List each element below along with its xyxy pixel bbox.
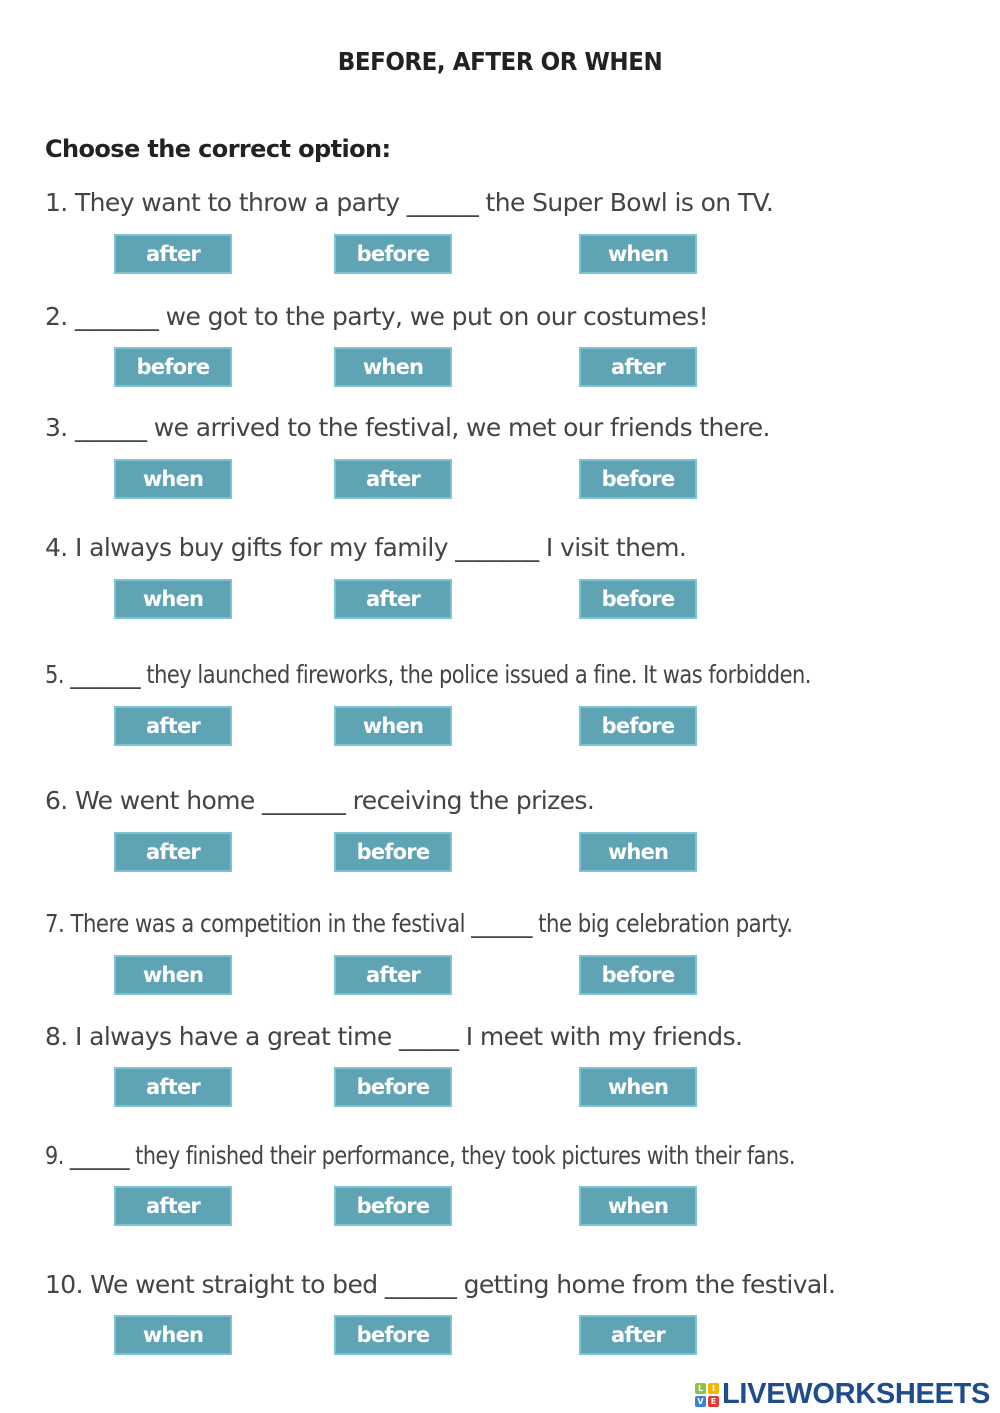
option-9-3[interactable]: when <box>579 1186 697 1226</box>
option-7-2[interactable]: after <box>334 955 452 995</box>
option-9-2[interactable]: before <box>334 1186 452 1226</box>
question-6: 6. We went home _______ receiving the pr… <box>45 786 595 815</box>
logo-block-v: V <box>695 1395 706 1407</box>
option-8-2[interactable]: before <box>334 1067 452 1107</box>
live-blocks-icon: L I V E <box>695 1382 719 1407</box>
question-1: 1. They want to throw a party ______ the… <box>45 188 774 217</box>
option-10-3[interactable]: after <box>579 1315 697 1355</box>
liveworksheets-logo[interactable]: L I V E LIVEWORKSHEETS <box>695 1378 990 1411</box>
question-7: 7. There was a competition in the festiv… <box>45 909 793 938</box>
question-8: 8. I always have a great time _____ I me… <box>45 1022 743 1051</box>
option-3-2[interactable]: after <box>334 459 452 499</box>
option-3-1[interactable]: when <box>114 459 232 499</box>
option-7-3[interactable]: before <box>579 955 697 995</box>
question-3: 3. ______ we arrived to the festival, we… <box>45 413 770 442</box>
option-8-3[interactable]: when <box>579 1067 697 1107</box>
question-10: 10. We went straight to bed ______ getti… <box>45 1270 836 1299</box>
option-4-2[interactable]: after <box>334 579 452 619</box>
option-9-1[interactable]: after <box>114 1186 232 1226</box>
option-2-2[interactable]: when <box>334 347 452 387</box>
logo-block-i: I <box>708 1382 719 1394</box>
option-5-1[interactable]: after <box>114 706 232 746</box>
option-10-1[interactable]: when <box>114 1315 232 1355</box>
option-6-1[interactable]: after <box>114 832 232 872</box>
option-7-1[interactable]: when <box>114 955 232 995</box>
option-1-3[interactable]: when <box>579 234 697 274</box>
option-2-1[interactable]: before <box>114 347 232 387</box>
option-10-2[interactable]: before <box>334 1315 452 1355</box>
question-2: 2. _______ we got to the party, we put o… <box>45 302 709 331</box>
question-4: 4. I always buy gifts for my family ____… <box>45 533 687 562</box>
logo-block-l: L <box>695 1382 706 1394</box>
option-4-1[interactable]: when <box>114 579 232 619</box>
logo-text: LIVEWORKSHEETS <box>722 1378 991 1410</box>
option-5-2[interactable]: when <box>334 706 452 746</box>
logo-block-e: E <box>708 1395 719 1407</box>
option-6-2[interactable]: before <box>334 832 452 872</box>
option-4-3[interactable]: before <box>579 579 697 619</box>
question-5: 5. _______ they launched fireworks, the … <box>45 660 811 689</box>
instructions: Choose the correct option: <box>45 135 391 163</box>
question-9: 9. ______ they finished their performanc… <box>45 1141 795 1170</box>
option-8-1[interactable]: after <box>114 1067 232 1107</box>
option-5-3[interactable]: before <box>579 706 697 746</box>
option-2-3[interactable]: after <box>579 347 697 387</box>
option-6-3[interactable]: when <box>579 832 697 872</box>
option-1-1[interactable]: after <box>114 234 232 274</box>
option-3-3[interactable]: before <box>579 459 697 499</box>
option-1-2[interactable]: before <box>334 234 452 274</box>
worksheet-title: BEFORE, AFTER OR WHEN <box>337 47 663 76</box>
